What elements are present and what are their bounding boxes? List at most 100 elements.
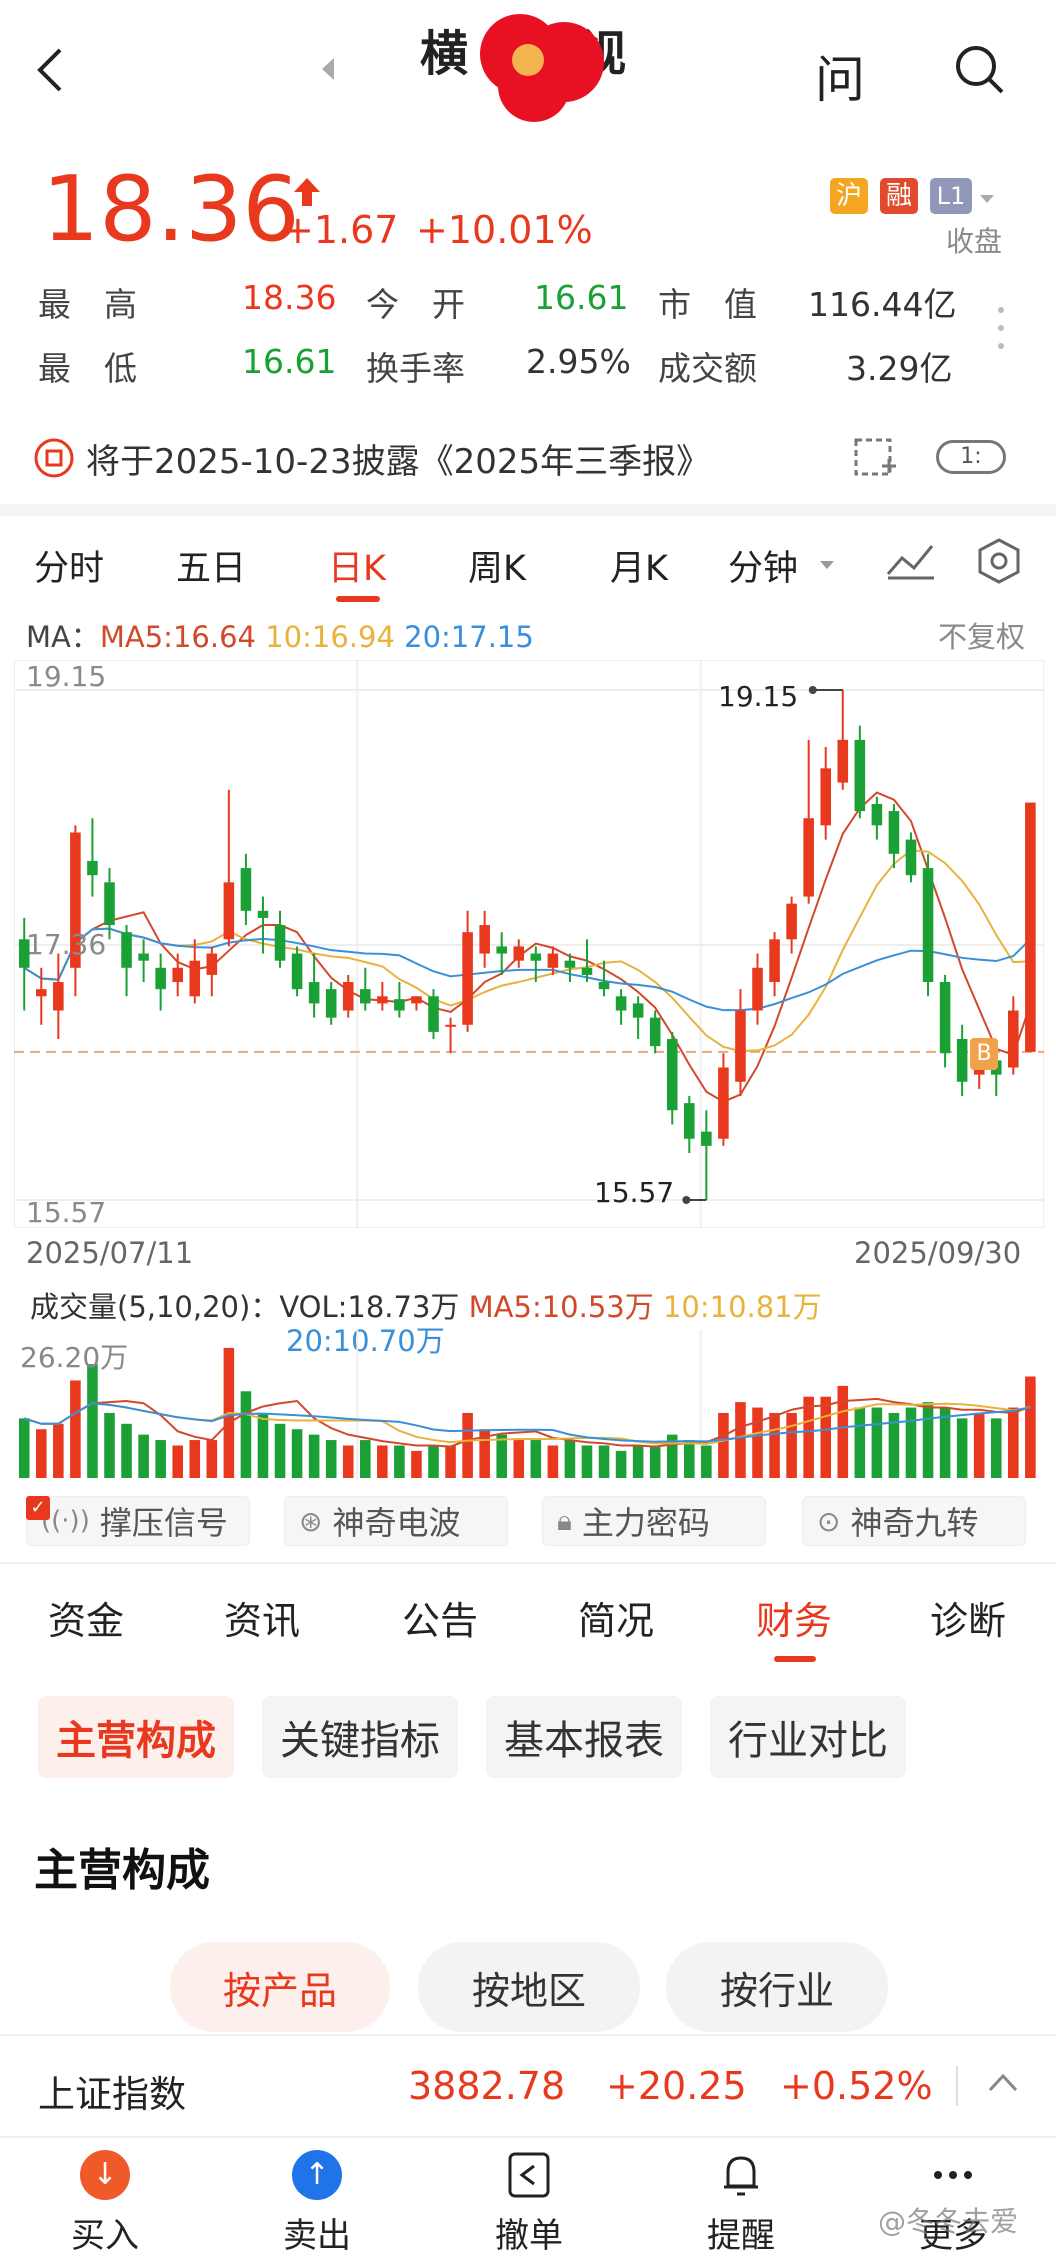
report-notice[interactable]: 将于2025-10-23披露《2025年三季报》 xyxy=(86,434,710,483)
vertical-divider xyxy=(956,2066,958,2106)
volume-ma5: MA5:10.53万 xyxy=(468,1290,654,1324)
lock-icon: 🔒︎ xyxy=(557,1504,572,1537)
tab-yuek[interactable]: 月K xyxy=(610,540,668,591)
breakdown-by-industry[interactable]: 按行业 xyxy=(666,1942,888,2032)
candle-body xyxy=(342,982,354,1011)
stat-label-high: 最 高 xyxy=(38,285,137,324)
candle-body xyxy=(257,910,269,918)
volume-bar xyxy=(837,1385,849,1478)
indicator-magic-wave[interactable]: ⊛ 神奇电波 xyxy=(284,1496,508,1546)
candle-body xyxy=(615,996,627,1011)
indicator-main-force[interactable]: 🔒︎ 主力密码 xyxy=(542,1496,766,1546)
nav-cancel[interactable]: 撤单 xyxy=(474,2150,584,2256)
tab-diagnosis[interactable]: 诊断 xyxy=(930,1590,1006,1645)
candle-body xyxy=(905,839,917,876)
candle-body xyxy=(854,739,866,812)
chevron-down-icon xyxy=(978,190,996,203)
buy-marker[interactable]: B xyxy=(970,1038,998,1070)
adjust-toggle[interactable]: 不复权 xyxy=(938,614,1025,656)
prev-stock-icon[interactable] xyxy=(318,56,338,82)
ask-button[interactable]: 问 xyxy=(815,40,865,112)
check-circle-icon: ⊙ xyxy=(817,1504,841,1538)
back-icon[interactable] xyxy=(26,40,76,100)
volume-bar xyxy=(735,1402,746,1478)
indicator-settings-icon[interactable] xyxy=(884,538,938,582)
volume-bar xyxy=(871,1407,883,1478)
breakdown-by-product[interactable]: 按产品 xyxy=(170,1942,390,2032)
tag-hu: 沪 xyxy=(830,178,868,214)
ma-legend: MA：MA5:16.64 10:16.94 20:17.15 xyxy=(26,614,534,656)
chevron-up-icon[interactable] xyxy=(986,2070,1020,2094)
stats-grid: 最 高 18.36 今 开 16.61 市 值 116.44亿 最 低 16.6… xyxy=(38,278,958,398)
volume-bar xyxy=(769,1412,780,1478)
volume-bar xyxy=(718,1412,729,1478)
tab-fenshi[interactable]: 分时 xyxy=(34,540,104,591)
add-note-icon[interactable] xyxy=(852,434,898,480)
tab-finance[interactable]: 财务 xyxy=(756,1590,832,1645)
ma20-label: 20:17.15 xyxy=(404,620,534,654)
indicator-magic-nine[interactable]: ⊙ 神奇九转 xyxy=(802,1496,1026,1546)
volume-bar xyxy=(530,1440,542,1478)
search-icon[interactable] xyxy=(950,40,1010,100)
nav-alert[interactable]: 提醒 xyxy=(686,2150,796,2256)
ratio-toggle[interactable]: 1: xyxy=(936,440,1006,474)
price-change: +1.67 xyxy=(282,208,399,252)
stat-value-low: 16.61 xyxy=(242,342,337,381)
index-name: 上证指数 xyxy=(38,2073,186,2116)
volume-chart[interactable] xyxy=(14,1330,1044,1480)
watermark: @冬冬去爱 xyxy=(878,2205,1019,2238)
tab-news[interactable]: 资讯 xyxy=(224,1590,300,1645)
candle-body xyxy=(104,882,115,926)
volume-bar xyxy=(564,1440,576,1478)
candle-body xyxy=(479,925,490,954)
candle-body xyxy=(803,818,814,897)
candle-body xyxy=(496,946,508,954)
fin-tab-key-metrics[interactable]: 关键指标 xyxy=(262,1696,458,1778)
ma-label: MA： xyxy=(26,620,100,654)
tab-announcements[interactable]: 公告 xyxy=(402,1590,478,1645)
candle-body xyxy=(513,946,525,961)
volume-bar xyxy=(18,1418,30,1478)
candle-body xyxy=(820,768,832,826)
tab-wuri[interactable]: 五日 xyxy=(176,540,246,591)
fin-tab-main-business[interactable]: 主营构成 xyxy=(38,1696,234,1778)
candle-body xyxy=(632,1003,644,1018)
more-dots-icon[interactable] xyxy=(996,304,1006,354)
candle-body xyxy=(888,811,900,854)
candle-body xyxy=(564,960,576,968)
nav-cancel-label: 撤单 xyxy=(495,2216,563,2256)
volume-bar xyxy=(206,1440,218,1478)
tab-fenzhong[interactable]: 分钟 xyxy=(728,540,798,591)
volume-bar xyxy=(496,1434,508,1478)
index-bar[interactable]: 上证指数 3882.78 +20.25 +0.52% xyxy=(0,2034,1056,2138)
candle-body xyxy=(394,999,405,1011)
volume-bar xyxy=(240,1391,252,1478)
volume-bar xyxy=(973,1412,985,1478)
fin-tab-statements[interactable]: 基本报表 xyxy=(486,1696,682,1778)
ma5-line xyxy=(23,791,1032,1103)
checkbox-checked-icon[interactable]: ✓ xyxy=(26,1496,50,1520)
volume-bar xyxy=(104,1412,115,1478)
indicator-support-resistance[interactable]: ((·)) 撑压信号 xyxy=(26,1496,250,1546)
nav-buy[interactable]: ↓ 买入 xyxy=(50,2150,160,2256)
tab-profile[interactable]: 简况 xyxy=(578,1590,654,1645)
settings-hex-icon[interactable] xyxy=(974,536,1024,586)
candle-body xyxy=(718,1067,729,1139)
tab-zhouk[interactable]: 周K xyxy=(468,540,526,591)
title-left: 横 xyxy=(420,26,469,82)
fin-tab-industry[interactable]: 行业对比 xyxy=(710,1696,906,1778)
candle-body xyxy=(581,967,593,975)
tag-l1[interactable]: L1 xyxy=(930,178,972,214)
candle-body xyxy=(530,953,542,961)
more-icon xyxy=(928,2150,978,2200)
nav-sell-label: 卖出 xyxy=(283,2216,351,2256)
breakdown-by-region[interactable]: 按地区 xyxy=(418,1942,640,2032)
volume-ma10: 10:10.81万 xyxy=(662,1290,822,1324)
tab-rik[interactable]: 日K xyxy=(328,540,386,591)
candle-body xyxy=(735,1010,746,1082)
tab-funds[interactable]: 资金 xyxy=(48,1590,124,1645)
market-status: 收盘 xyxy=(946,225,1003,258)
kline-chart[interactable] xyxy=(14,660,1044,1228)
nav-sell[interactable]: ↑ 卖出 xyxy=(262,2150,372,2256)
cancel-order-icon xyxy=(506,2150,552,2200)
